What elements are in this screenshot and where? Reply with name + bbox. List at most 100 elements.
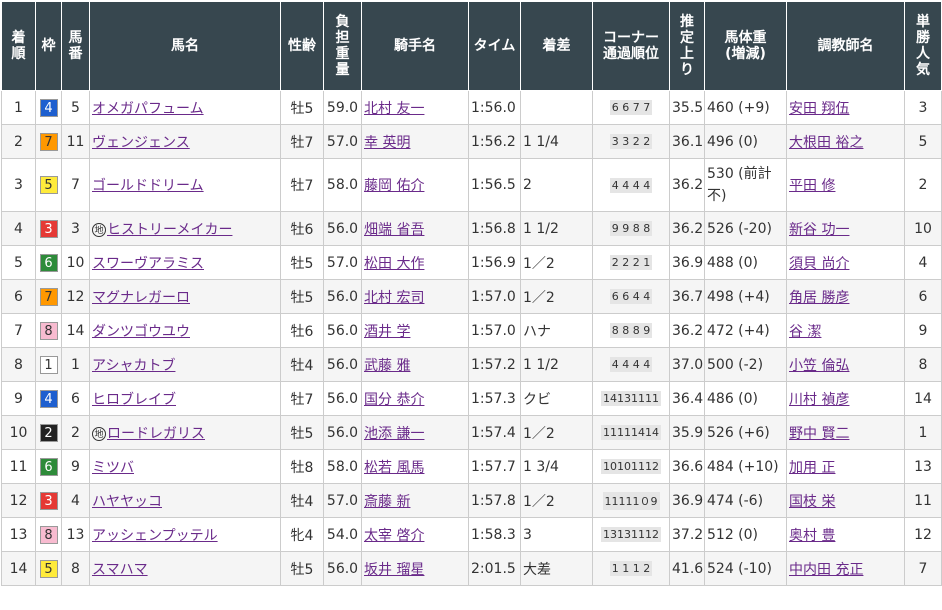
pop-cell: 5 [904, 124, 942, 159]
corner-cell: 9 9 8 8 [592, 211, 670, 246]
bodyweight-cell: 484 (+10) [704, 449, 787, 484]
table-row: 14 5 8 スマハマ 牡5 56.0 坂井 瑠星 2:01.5 大差 1 1 1 2 41.6 52… [1, 551, 942, 586]
horse-name-link[interactable]: スワーヴアラミス [92, 256, 204, 272]
corner-cell: 11111０9 [592, 483, 670, 518]
horse-name-link[interactable]: オメガパフューム [92, 101, 204, 117]
header-umaban: 馬番 [61, 1, 90, 91]
horse-cell: ヴェンジェンス [89, 124, 281, 159]
trainer-name-link[interactable]: 中内田 充正 [789, 562, 863, 578]
corner-positions: 10101112 [601, 459, 661, 474]
sexage-cell: 牡5 [280, 415, 324, 450]
jockey-name-link[interactable]: 斎藤 新 [364, 494, 410, 510]
horse-cell: アシャカトブ [89, 347, 281, 382]
table-row: 11 6 9 ミツバ 牡8 58.0 松若 風馬 1:57.7 1 3/4 10101112 36.… [1, 449, 942, 484]
waku-cell: 4 [35, 381, 62, 416]
jockey-name-link[interactable]: 畑端 省吾 [364, 222, 424, 238]
corner-cell: 1 1 1 2 [592, 551, 670, 586]
horse-name-link[interactable]: アシャカトブ [92, 358, 175, 374]
trainer-cell: 大根田 裕之 [786, 124, 905, 159]
weight-cell: 58.0 [323, 449, 362, 484]
horse-name-link[interactable]: ゴールドドリーム [92, 178, 204, 194]
horse-name-link[interactable]: ミツバ [92, 460, 134, 476]
jockey-name-link[interactable]: 武藤 雅 [364, 358, 410, 374]
horse-cell: スワーヴアラミス [89, 245, 281, 280]
bodyweight-cell: 524 (-10) [704, 551, 787, 586]
trainer-name-link[interactable]: 加用 正 [789, 460, 835, 476]
waku-cell: 8 [35, 313, 62, 348]
jockey-name-link[interactable]: 幸 英明 [364, 135, 410, 151]
time-cell: 1:57.3 [468, 381, 521, 416]
trainer-name-link[interactable]: 須貝 尚介 [789, 256, 849, 272]
margin-cell: 1 1/2 [520, 211, 593, 246]
sexage-cell: 牡7 [280, 158, 324, 212]
bodyweight-cell: 488 (0) [704, 245, 787, 280]
jockey-name-link[interactable]: 国分 恭介 [364, 392, 424, 408]
trainer-name-link[interactable]: 奥村 豊 [789, 528, 835, 544]
horse-name-link[interactable]: ダンツゴウユウ [92, 324, 190, 340]
last3f-cell: 37.2 [669, 517, 705, 552]
jockey-name-link[interactable]: 酒井 学 [364, 324, 410, 340]
jockey-cell: 酒井 学 [361, 313, 469, 348]
bodyweight-cell: 460 (+9) [704, 90, 787, 125]
rank-cell: 7 [1, 313, 36, 348]
horse-name-link[interactable]: マグナレガーロ [92, 290, 190, 306]
horse-name-link[interactable]: ヴェンジェンス [92, 135, 190, 151]
sexage-cell: 牡4 [280, 483, 324, 518]
jockey-name-link[interactable]: 太宰 啓介 [364, 528, 424, 544]
waku-badge: 4 [39, 389, 58, 408]
trainer-name-link[interactable]: 小笠 倫弘 [789, 358, 849, 374]
jockey-name-link[interactable]: 池添 謙一 [364, 426, 424, 442]
header-bodyweight: 馬体重 (増減) [704, 1, 787, 91]
trainer-name-link[interactable]: 平田 修 [789, 178, 835, 194]
horse-name-link[interactable]: ロードレガリス [107, 426, 205, 442]
rank-cell: 10 [1, 415, 36, 450]
trainer-name-link[interactable]: 安田 翔伍 [789, 101, 849, 117]
time-cell: 1:56.9 [468, 245, 521, 280]
jockey-name-link[interactable]: 北村 友一 [364, 101, 424, 117]
trainer-name-link[interactable]: 野中 賢二 [789, 426, 849, 442]
trainer-cell: 国枝 栄 [786, 483, 905, 518]
bodyweight-cell: 496 (0) [704, 124, 787, 159]
horse-name-link[interactable]: スマハマ [92, 562, 148, 578]
horse-name-link[interactable]: ハヤヤッコ [92, 494, 162, 510]
horse-name-link[interactable]: アッシェンプッテル [92, 528, 218, 544]
waku-badge: 4 [39, 98, 58, 117]
waku-badge: 8 [39, 321, 58, 340]
trainer-name-link[interactable]: 新谷 功一 [789, 222, 849, 238]
rank-cell: 6 [1, 279, 36, 314]
horse-name-link[interactable]: ヒストリーメイカー [107, 222, 232, 238]
time-cell: 1:56.5 [468, 158, 521, 212]
jockey-name-link[interactable]: 松田 大作 [364, 256, 424, 272]
trainer-name-link[interactable]: 角居 勝彦 [789, 290, 849, 306]
waku-badge: 1 [39, 355, 58, 374]
corner-positions: 8 8 8 9 [609, 323, 653, 338]
sexage-cell: 牡8 [280, 449, 324, 484]
waku-badge: 3 [39, 219, 58, 238]
time-cell: 1:57.2 [468, 347, 521, 382]
horse-name-link[interactable]: ヒロブレイブ [92, 392, 176, 408]
time-cell: 1:57.0 [468, 279, 521, 314]
weight-cell: 57.0 [323, 124, 362, 159]
header-trainer: 調教師名 [786, 1, 905, 91]
waku-badge: 8 [39, 525, 58, 544]
jockey-name-link[interactable]: 松若 風馬 [364, 460, 424, 476]
table-row: 9 4 6 ヒロブレイブ 牡7 56.0 国分 恭介 1:57.3 クビ 14131111 36.4… [1, 381, 942, 416]
header-horse: 馬名 [89, 1, 281, 91]
weight-cell: 56.0 [323, 279, 362, 314]
time-cell: 2:01.5 [468, 551, 521, 586]
umaban-cell: 2 [61, 415, 90, 450]
corner-positions: 14131111 [601, 391, 661, 406]
trainer-name-link[interactable]: 谷 潔 [789, 324, 821, 340]
trainer-name-link[interactable]: 川村 禎彦 [789, 392, 849, 408]
jockey-name-link[interactable]: 北村 宏司 [364, 290, 424, 306]
jockey-name-link[interactable]: 坂井 瑠星 [364, 562, 424, 578]
jockey-cell: 畑端 省吾 [361, 211, 469, 246]
margin-cell: ハナ [520, 313, 593, 348]
trainer-name-link[interactable]: 大根田 裕之 [789, 135, 863, 151]
trainer-name-link[interactable]: 国枝 栄 [789, 494, 835, 510]
waku-cell: 7 [35, 124, 62, 159]
corner-positions: 4 4 4 4 [609, 177, 653, 193]
header-corner: コーナー 通過順位 [592, 1, 670, 91]
jockey-name-link[interactable]: 藤岡 佑介 [364, 178, 424, 194]
rank-cell: 13 [1, 517, 36, 552]
